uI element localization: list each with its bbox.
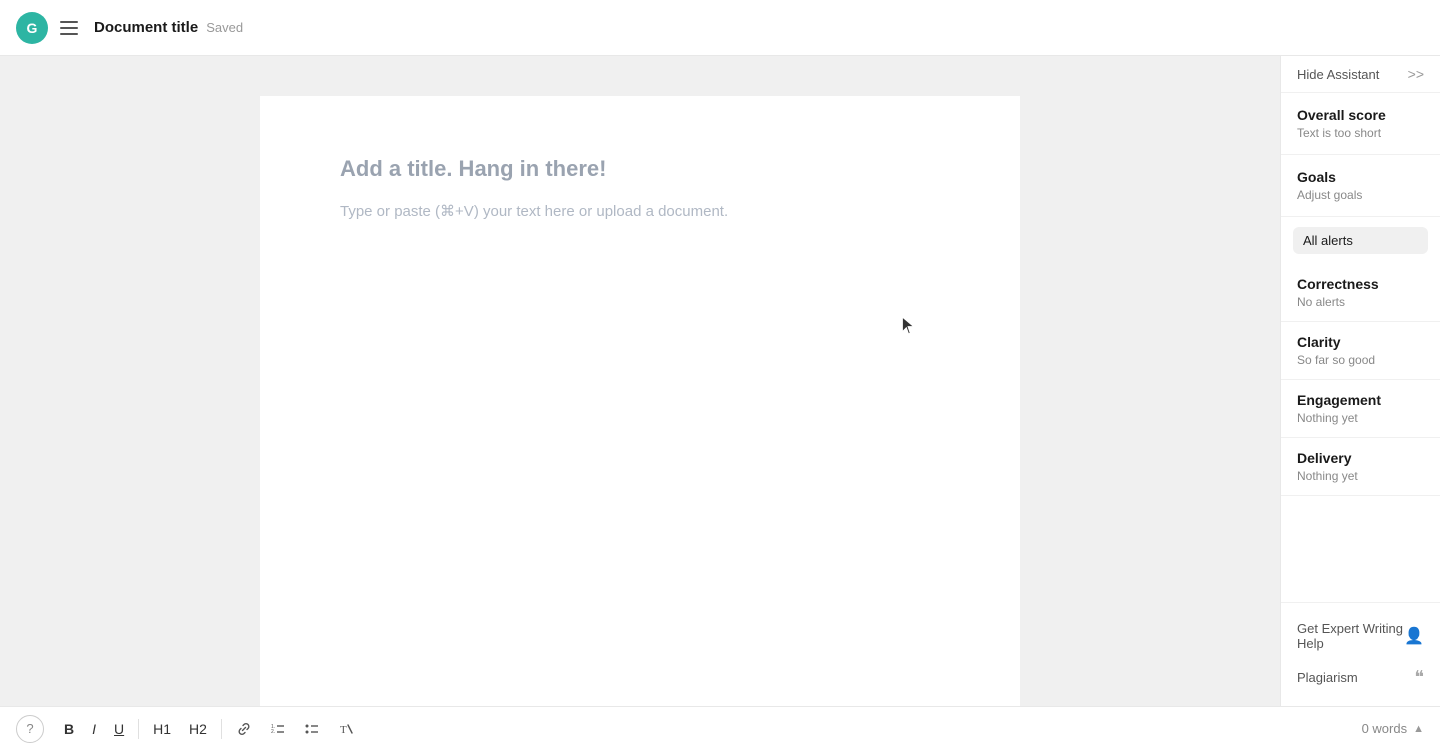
help-button[interactable]: ? xyxy=(16,715,44,743)
italic-button[interactable]: I xyxy=(86,717,102,741)
underline-button[interactable]: U xyxy=(108,717,130,741)
goals-section[interactable]: Goals Adjust goals xyxy=(1281,155,1440,217)
svg-text:T: T xyxy=(340,724,347,736)
menu-icon[interactable] xyxy=(60,21,78,35)
sidebar-footer: Get Expert Writing Help 👤 Plagiarism ❝ xyxy=(1281,602,1440,706)
separator-2 xyxy=(221,719,222,739)
overall-score-subtitle: Text is too short xyxy=(1297,126,1424,140)
main-layout: Add a title. Hang in there! Type or past… xyxy=(0,56,1440,706)
right-sidebar: Hide Assistant >> Overall score Text is … xyxy=(1280,56,1440,706)
clear-formatting-icon: T xyxy=(338,721,354,737)
word-count-chevron-icon[interactable]: ▲ xyxy=(1413,723,1424,735)
h1-button[interactable]: H1 xyxy=(147,717,177,741)
quote-icon: ❝ xyxy=(1414,667,1424,688)
saved-label: Saved xyxy=(206,20,243,35)
overall-score-section[interactable]: Overall score Text is too short xyxy=(1281,93,1440,155)
clear-formatting-button[interactable]: T xyxy=(332,717,360,741)
cursor-icon xyxy=(900,316,916,336)
plagiarism-item[interactable]: Plagiarism ❝ xyxy=(1297,659,1424,696)
category-engagement[interactable]: Engagement Nothing yet xyxy=(1281,380,1440,438)
unordered-list-button[interactable] xyxy=(298,717,326,741)
avatar[interactable]: G xyxy=(16,12,48,44)
chevron-right-icon[interactable]: >> xyxy=(1408,66,1424,82)
plagiarism-label: Plagiarism xyxy=(1297,670,1358,685)
editor-paper[interactable]: Add a title. Hang in there! Type or past… xyxy=(260,96,1020,706)
category-subtitle: Nothing yet xyxy=(1297,411,1424,425)
unordered-list-icon xyxy=(304,721,320,737)
expert-help-item[interactable]: Get Expert Writing Help 👤 xyxy=(1297,613,1424,659)
bottom-toolbar: ? B I U H1 H2 1. 2. T 0 wo xyxy=(0,706,1440,750)
doc-title[interactable]: Document title xyxy=(94,19,198,36)
sidebar-header[interactable]: Hide Assistant >> xyxy=(1281,56,1440,93)
separator-1 xyxy=(138,719,139,739)
link-button[interactable] xyxy=(230,717,258,741)
categories-container: Correctness No alerts Clarity So far so … xyxy=(1281,264,1440,496)
category-clarity[interactable]: Clarity So far so good xyxy=(1281,322,1440,380)
category-subtitle: So far so good xyxy=(1297,353,1424,367)
overall-score-title: Overall score xyxy=(1297,107,1424,123)
header: G Document title Saved xyxy=(0,0,1440,56)
editor-area[interactable]: Add a title. Hang in there! Type or past… xyxy=(0,56,1280,706)
link-icon xyxy=(236,721,252,737)
category-subtitle: No alerts xyxy=(1297,295,1424,309)
word-count-area: 0 words ▲ xyxy=(1362,721,1424,736)
svg-text:2.: 2. xyxy=(271,729,275,735)
editor-placeholder-body: Type or paste (⌘+V) your text here or up… xyxy=(340,202,940,220)
category-title: Correctness xyxy=(1297,276,1424,292)
goals-title: Goals xyxy=(1297,169,1424,185)
all-alerts-button[interactable]: All alerts xyxy=(1293,227,1428,254)
category-title: Delivery xyxy=(1297,450,1424,466)
category-delivery[interactable]: Delivery Nothing yet xyxy=(1281,438,1440,496)
category-title: Engagement xyxy=(1297,392,1424,408)
bold-button[interactable]: B xyxy=(58,717,80,741)
person-icon: 👤 xyxy=(1404,626,1424,646)
ordered-list-button[interactable]: 1. 2. xyxy=(264,717,292,741)
doc-title-area: Document title Saved xyxy=(94,19,243,36)
category-subtitle: Nothing yet xyxy=(1297,469,1424,483)
hide-assistant-label[interactable]: Hide Assistant xyxy=(1297,67,1379,82)
word-count-label: 0 words xyxy=(1362,721,1408,736)
category-correctness[interactable]: Correctness No alerts xyxy=(1281,264,1440,322)
category-title: Clarity xyxy=(1297,334,1424,350)
ordered-list-icon: 1. 2. xyxy=(270,721,286,737)
expert-help-label: Get Expert Writing Help xyxy=(1297,621,1404,651)
editor-placeholder-title: Add a title. Hang in there! xyxy=(340,156,940,182)
h2-button[interactable]: H2 xyxy=(183,717,213,741)
goals-subtitle: Adjust goals xyxy=(1297,188,1424,202)
